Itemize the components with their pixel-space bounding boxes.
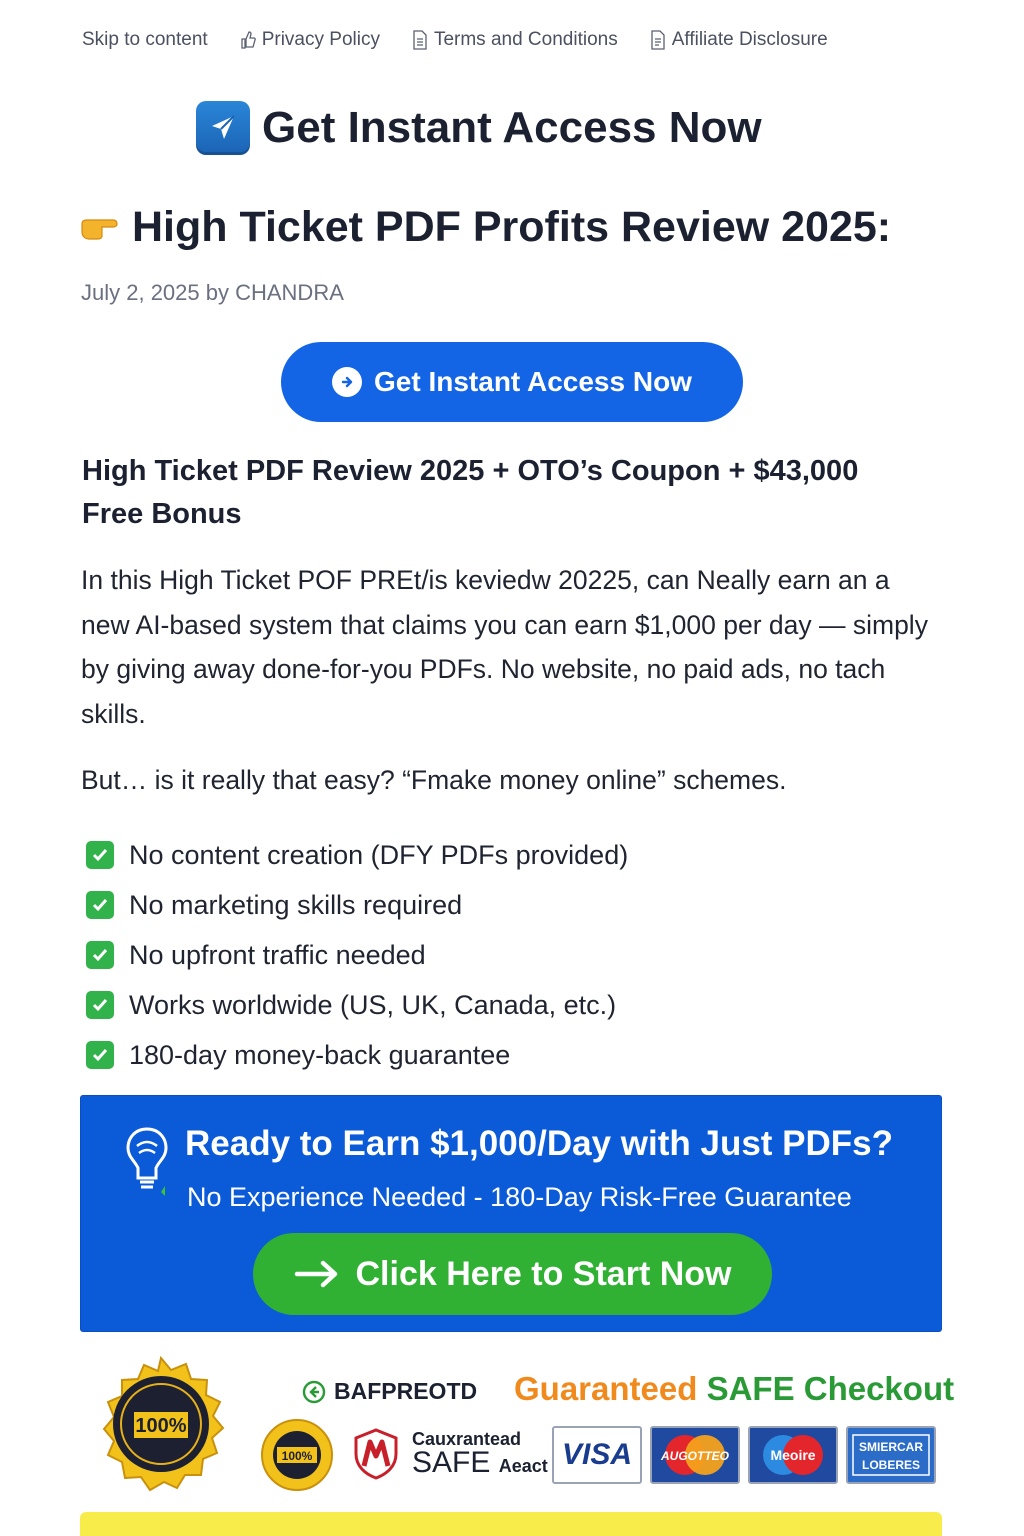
list-item: 180-day money-back guarantee xyxy=(86,1030,628,1080)
security-shield-icon xyxy=(354,1428,398,1480)
affiliate-disclosure-link[interactable]: Affiliate Disclosure xyxy=(650,29,828,51)
checkmark-icon xyxy=(86,991,114,1019)
feature-checklist: No content creation (DFY PDFs provided) … xyxy=(86,830,628,1080)
post-title-text: High Ticket PDF Profits Review 2025: xyxy=(132,203,892,251)
pointing-hand-icon xyxy=(81,218,118,240)
maestro-logo: Meoire xyxy=(763,1435,823,1475)
top-navigation: Skip to content Privacy Policy Terms and… xyxy=(82,24,964,56)
hero-title-text: Get Instant Access Now xyxy=(262,103,762,152)
list-item-text: No upfront traffic needed xyxy=(129,939,426,970)
list-item-text: 180-day money-back guarantee xyxy=(129,1039,511,1070)
list-item: No marketing skills required xyxy=(86,880,628,930)
cta-label: Get Instant Access Now xyxy=(374,366,692,397)
post-meta: July 2, 2025 by CHANDRA xyxy=(81,280,344,305)
arrow-right-icon xyxy=(294,1260,337,1288)
mc-label: AUGOTTEO xyxy=(660,1449,730,1463)
safe-line2b: Aeact xyxy=(498,1456,548,1476)
checkmark-icon xyxy=(86,891,114,919)
badge-text: BAFPREOTD xyxy=(334,1378,478,1404)
intro-paragraph: In this High Ticket POF PREt/is keviedw … xyxy=(81,565,928,729)
checkout-word1: Guaranteed xyxy=(514,1370,698,1407)
thumbs-up-icon xyxy=(241,31,256,49)
amex-card: SMIERCAR LOBERES xyxy=(846,1426,936,1484)
guaranteed-safe-checkout: Guaranteed SAFE Checkout xyxy=(514,1370,954,1408)
guarantee-seal-small-icon: 100% xyxy=(261,1419,333,1491)
document-icon xyxy=(413,30,427,50)
list-item: Works worldwide (US, UK, Canada, etc.) xyxy=(86,980,628,1030)
privacy-policy-link[interactable]: Privacy Policy xyxy=(240,29,380,51)
rocket-icon xyxy=(196,101,250,155)
start-now-button[interactable]: Click Here to Start Now xyxy=(253,1233,772,1315)
amex-line2: LOBERES xyxy=(862,1458,920,1472)
maestro-card: Meoire xyxy=(748,1426,838,1484)
skip-label: Skip to content xyxy=(82,29,208,50)
maestro-label: Meoire xyxy=(770,1447,815,1463)
payment-cards: VISA AUGOTTEO Meoire SMIERCAR LOBERES xyxy=(552,1426,936,1484)
promo-headline: Ready to Earn $1,000/Day with Just PDFs? xyxy=(185,1124,894,1163)
checkmark-icon xyxy=(86,1041,114,1069)
safe-text-badge: Cauxrantead SAFE Aeact xyxy=(412,1430,548,1478)
guarantee-seal-icon: 100% xyxy=(102,1356,225,1492)
mastercard-logo: AUGOTTEO xyxy=(660,1435,730,1475)
terms-label: Terms and Conditions xyxy=(433,29,618,50)
visa-card: VISA xyxy=(552,1426,642,1484)
list-item-text: Works worldwide (US, UK, Canada, etc.) xyxy=(129,989,617,1020)
checkout-word2: SAFE Checkout xyxy=(706,1370,955,1407)
visa-label: VISA xyxy=(561,1438,633,1471)
checkmark-icon xyxy=(86,941,114,969)
post-title: High Ticket PDF Profits Review 2025: xyxy=(80,203,984,252)
question-paragraph: But… is it really that easy? “Fmake mone… xyxy=(81,765,787,795)
seal-text: 100% xyxy=(135,1415,186,1437)
promo-box: Ready to Earn $1,000/Day with Just PDFs?… xyxy=(80,1095,942,1332)
skip-to-content-link[interactable]: Skip to content xyxy=(82,29,208,51)
shield-check-icon xyxy=(302,1380,326,1403)
trust-badges: 100% 100% BAFPREOTD Guaranteed SAFE Chec… xyxy=(80,1352,960,1517)
review-subheading: High Ticket PDF Review 2025 + OTO’s Coup… xyxy=(82,455,859,530)
arrow-circle-icon xyxy=(332,367,363,397)
privacy-label: Privacy Policy xyxy=(261,29,380,50)
get-instant-access-button[interactable]: Get Instant Access Now xyxy=(281,342,743,422)
amex-line1: SMIERCAR xyxy=(859,1440,923,1454)
start-now-label: Click Here to Start Now xyxy=(355,1254,732,1293)
lightbulb-icon xyxy=(126,1127,168,1196)
seal-small-text: 100% xyxy=(282,1449,313,1463)
safe-line2: SAFE xyxy=(412,1446,491,1479)
yellow-banner xyxy=(80,1512,942,1536)
list-item-text: No marketing skills required xyxy=(129,889,463,920)
checkmark-icon xyxy=(86,841,114,869)
affiliate-label: Affiliate Disclosure xyxy=(671,29,828,50)
promo-subline: No Experience Needed - 180-Day Risk-Free… xyxy=(187,1182,852,1212)
list-item-text: No content creation (DFY PDFs provided) xyxy=(129,839,629,870)
document-icon xyxy=(651,30,665,50)
hero-heading: Get Instant Access Now xyxy=(196,96,762,160)
list-item: No content creation (DFY PDFs provided) xyxy=(86,830,628,880)
amex-logo: SMIERCAR LOBERES xyxy=(852,1434,930,1476)
mastercard-card: AUGOTTEO xyxy=(650,1426,740,1484)
list-item: No upfront traffic needed xyxy=(86,930,628,980)
protected-badge: BAFPREOTD xyxy=(302,1378,477,1405)
terms-link[interactable]: Terms and Conditions xyxy=(412,29,618,51)
